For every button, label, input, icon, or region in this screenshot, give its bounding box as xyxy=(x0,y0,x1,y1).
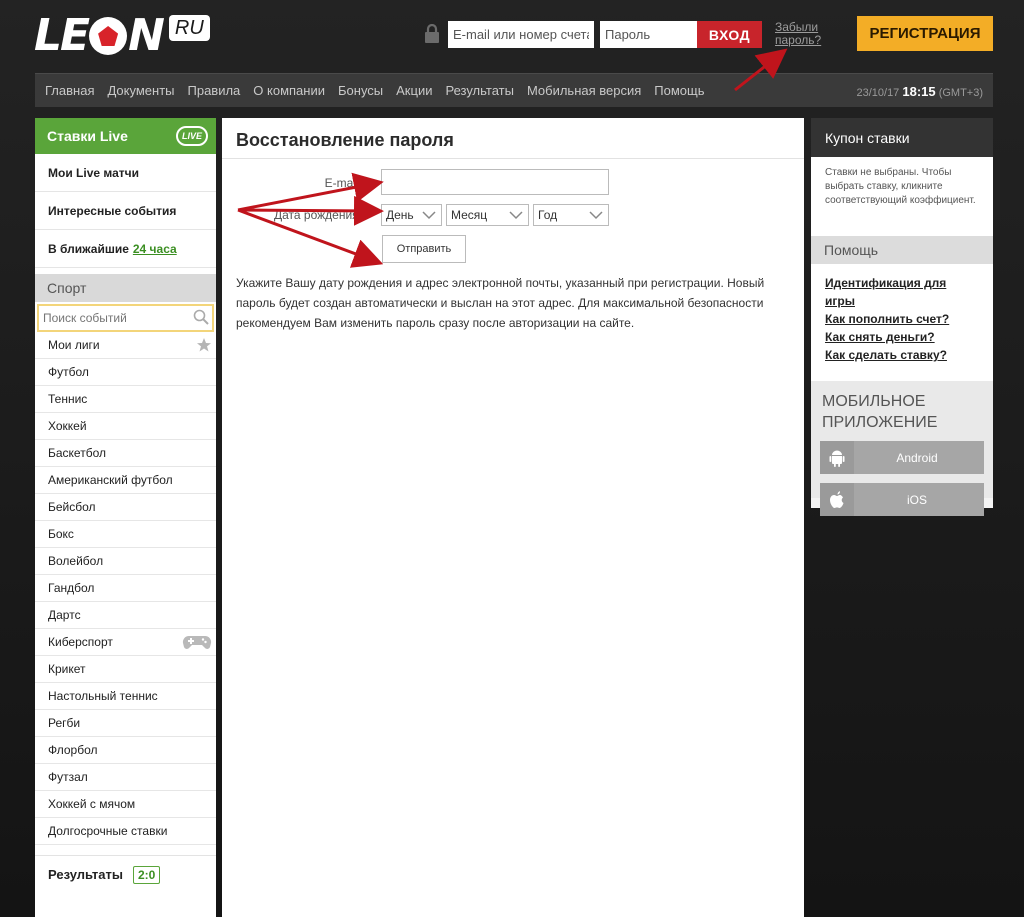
title-divider xyxy=(222,158,804,159)
logo-text-n: N xyxy=(128,10,165,61)
sport-item-darts[interactable]: Дартс xyxy=(35,602,216,629)
server-time: 23/10/17 18:15 (GMT+3) xyxy=(856,84,983,99)
live-my-matches[interactable]: Мои Live матчи xyxy=(35,154,216,192)
left-sidebar: Ставки Live LIVE Мои Live матчи Интересн… xyxy=(35,118,216,917)
coupon-header: Купон ставки xyxy=(811,118,993,157)
nav-item-home[interactable]: Главная xyxy=(45,83,94,98)
forgot-password-link[interactable]: Забыли пароль? xyxy=(775,21,835,47)
server-timezone: (GMT+3) xyxy=(938,87,983,99)
sport-item-hockey[interactable]: Хоккей xyxy=(35,413,216,440)
nav-item-results[interactable]: Результаты xyxy=(445,83,513,98)
nav-item-help[interactable]: Помощь xyxy=(654,83,704,98)
day-select[interactable]: День xyxy=(381,204,442,226)
live-nearest-prefix: В ближайшие xyxy=(48,241,129,256)
live-nearest-link[interactable]: 24 часа xyxy=(133,242,177,256)
lock-icon xyxy=(425,24,439,43)
ios-label: iOS xyxy=(906,492,927,507)
sport-item-futsal[interactable]: Футзал xyxy=(35,764,216,791)
apple-icon xyxy=(820,483,854,516)
sport-item-football[interactable]: Футбол xyxy=(35,359,216,386)
help-link-place-bet[interactable]: Как сделать ставку? xyxy=(825,346,979,364)
results-score-badge: 2:0 xyxy=(132,865,161,884)
android-icon xyxy=(820,441,854,474)
day-select-value: День xyxy=(386,208,414,222)
year-select[interactable]: Год xyxy=(533,204,609,226)
leon-logo[interactable]: LE N RU xyxy=(34,14,210,58)
main-nav: Главная Документы Правила О компании Бон… xyxy=(35,73,993,107)
month-select-value: Месяц xyxy=(451,208,488,222)
login-email-input[interactable] xyxy=(448,21,594,48)
sport-item-rugby[interactable]: Регби xyxy=(35,710,216,737)
login-password-input[interactable] xyxy=(600,21,697,48)
right-sidebar: Купон ставки Ставки не выбраны. Чтобы вы… xyxy=(811,118,993,516)
live-bets-header[interactable]: Ставки Live LIVE xyxy=(35,118,216,154)
sport-list: Мои лиги Футбол Теннис Хоккей Баскетбол … xyxy=(35,332,216,845)
register-button[interactable]: РЕГИСТРАЦИЯ xyxy=(857,16,993,51)
android-label: Android xyxy=(896,450,938,465)
search-icon[interactable] xyxy=(193,309,209,325)
event-search-input[interactable] xyxy=(39,306,212,330)
dob-label: Дата рождения: xyxy=(274,208,362,222)
month-select[interactable]: Месяц xyxy=(446,204,529,226)
sport-item-label: Мои лиги xyxy=(48,338,100,352)
mobile-app-title: МОБИЛЬНОЕ ПРИЛОЖЕНИЕ xyxy=(822,393,938,431)
sport-item-volleyball[interactable]: Волейбол xyxy=(35,548,216,575)
star-icon[interactable] xyxy=(196,337,212,353)
coupon-empty-text: Ставки не выбраны. Чтобы выбрать ставку,… xyxy=(811,157,993,236)
submit-button[interactable]: Отправить xyxy=(382,235,466,263)
live-badge-icon: LIVE xyxy=(176,126,208,146)
gamepad-icon xyxy=(182,635,212,649)
page-title: Восстановление пароля xyxy=(236,130,454,150)
sport-item-floorball[interactable]: Флорбол xyxy=(35,737,216,764)
results-link[interactable]: Результаты 2:0 xyxy=(35,855,216,893)
chevron-down-icon xyxy=(589,211,603,220)
sport-item-esports[interactable]: Киберспорт xyxy=(35,629,216,656)
help-link-identification[interactable]: Идентификация для игры xyxy=(825,274,979,310)
nav-item-mobile[interactable]: Мобильная версия xyxy=(527,83,641,98)
main-content: Восстановление пароля E-mail: Дата рожде… xyxy=(222,118,804,917)
live-nearest-events[interactable]: В ближайшие 24 часа xyxy=(35,230,216,268)
help-link-withdraw[interactable]: Как снять деньги? xyxy=(825,328,979,346)
logo-text-le: LE xyxy=(34,10,90,61)
nav-item-promos[interactable]: Акции xyxy=(396,83,432,98)
live-interesting-events[interactable]: Интересные события xyxy=(35,192,216,230)
email-label: E-mail: xyxy=(324,176,362,190)
year-select-value: Год xyxy=(538,208,558,222)
event-search xyxy=(37,304,214,332)
logo-ball-icon xyxy=(89,17,128,55)
logo-ru-badge: RU xyxy=(168,15,210,41)
sport-item-basketball[interactable]: Баскетбол xyxy=(35,440,216,467)
server-date: 23/10/17 xyxy=(856,87,900,99)
sport-item-boxing[interactable]: Бокс xyxy=(35,521,216,548)
nav-item-about[interactable]: О компании xyxy=(253,83,325,98)
email-field[interactable] xyxy=(381,169,609,195)
sport-item-cricket[interactable]: Крикет xyxy=(35,656,216,683)
ios-button[interactable]: iOS xyxy=(820,483,984,516)
sport-header: Спорт xyxy=(35,274,216,302)
instructions-text: Укажите Вашу дату рождения и адрес элект… xyxy=(236,276,765,330)
sport-item-outrights[interactable]: Долгосрочные ставки xyxy=(35,818,216,845)
nav-item-documents[interactable]: Документы xyxy=(107,83,174,98)
android-button[interactable]: Android xyxy=(820,441,984,474)
chevron-down-icon xyxy=(509,211,523,220)
sport-item-my-leagues[interactable]: Мои лиги xyxy=(35,332,216,359)
sport-item-tennis[interactable]: Теннис xyxy=(35,386,216,413)
help-links: Идентификация для игры Как пополнить сче… xyxy=(811,264,993,381)
sport-item-table-tennis[interactable]: Настольный теннис xyxy=(35,683,216,710)
help-link-deposit[interactable]: Как пополнить счет? xyxy=(825,310,979,328)
mobile-app-box: МОБИЛЬНОЕ ПРИЛОЖЕНИЕ Android iOS xyxy=(811,381,993,516)
login-button[interactable]: ВХОД xyxy=(697,21,762,48)
nav-item-rules[interactable]: Правила xyxy=(188,83,241,98)
sport-item-baseball[interactable]: Бейсбол xyxy=(35,494,216,521)
results-label: Результаты xyxy=(48,867,123,882)
sport-item-label: Киберспорт xyxy=(48,635,113,649)
sport-item-handball[interactable]: Гандбол xyxy=(35,575,216,602)
live-bets-title: Ставки Live xyxy=(47,128,128,144)
nav-item-bonuses[interactable]: Бонусы xyxy=(338,83,383,98)
server-clock: 18:15 xyxy=(902,84,936,99)
sport-item-bandy[interactable]: Хоккей с мячом xyxy=(35,791,216,818)
help-header: Помощь xyxy=(811,236,993,264)
chevron-down-icon xyxy=(422,211,436,220)
sport-item-american-football[interactable]: Американский футбол xyxy=(35,467,216,494)
